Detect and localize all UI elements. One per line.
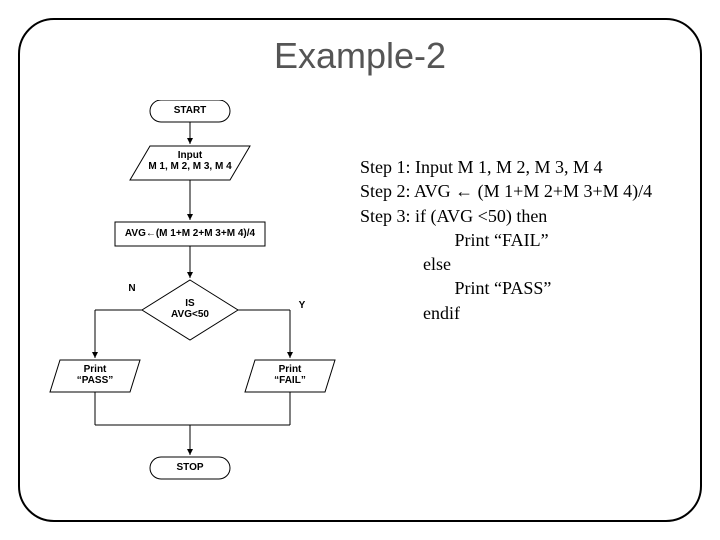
node-process: AVG←(M 1+M 2+M 3+M 4)/4 [115, 228, 265, 239]
node-fail-l2: “FAIL” [274, 375, 306, 386]
flowchart: START Input M 1, M 2, M 3, M 4 AVG←(M 1+… [40, 100, 370, 500]
branch-n-label: N [122, 283, 142, 294]
node-input: Input M 1, M 2, M 3, M 4 [135, 150, 245, 172]
node-input-l2: M 1, M 2, M 3, M 4 [148, 161, 231, 172]
slide: Example-2 [0, 0, 720, 540]
node-fail-l1: Print [279, 364, 302, 375]
step-3a: Print “FAIL” [360, 228, 652, 252]
node-decision-l1: IS [185, 298, 194, 309]
step-1: Step 1: Input M 1, M 2, M 3, M 4 [360, 155, 652, 179]
node-decision-l2: AVG<50 [171, 309, 209, 320]
node-fail: Print “FAIL” [253, 364, 327, 386]
step-2: Step 2: AVG ← (M 1+M 2+M 3+M 4)/4 [360, 179, 652, 203]
node-pass-l2: “PASS” [77, 375, 114, 386]
step-3b: else [360, 252, 652, 276]
slide-title: Example-2 [0, 35, 720, 77]
step-3d: endif [360, 301, 652, 325]
node-decision: IS AVG<50 [160, 298, 220, 320]
step-3c: Print “PASS” [360, 276, 652, 300]
node-input-l1: Input [178, 150, 202, 161]
node-pass-l1: Print [84, 364, 107, 375]
pseudocode: Step 1: Input M 1, M 2, M 3, M 4 Step 2:… [360, 155, 652, 325]
step-3: Step 3: if (AVG <50) then [360, 204, 652, 228]
node-pass: Print “PASS” [58, 364, 132, 386]
node-start: START [150, 105, 230, 116]
branch-y-label: Y [292, 300, 312, 311]
node-stop: STOP [150, 462, 230, 473]
